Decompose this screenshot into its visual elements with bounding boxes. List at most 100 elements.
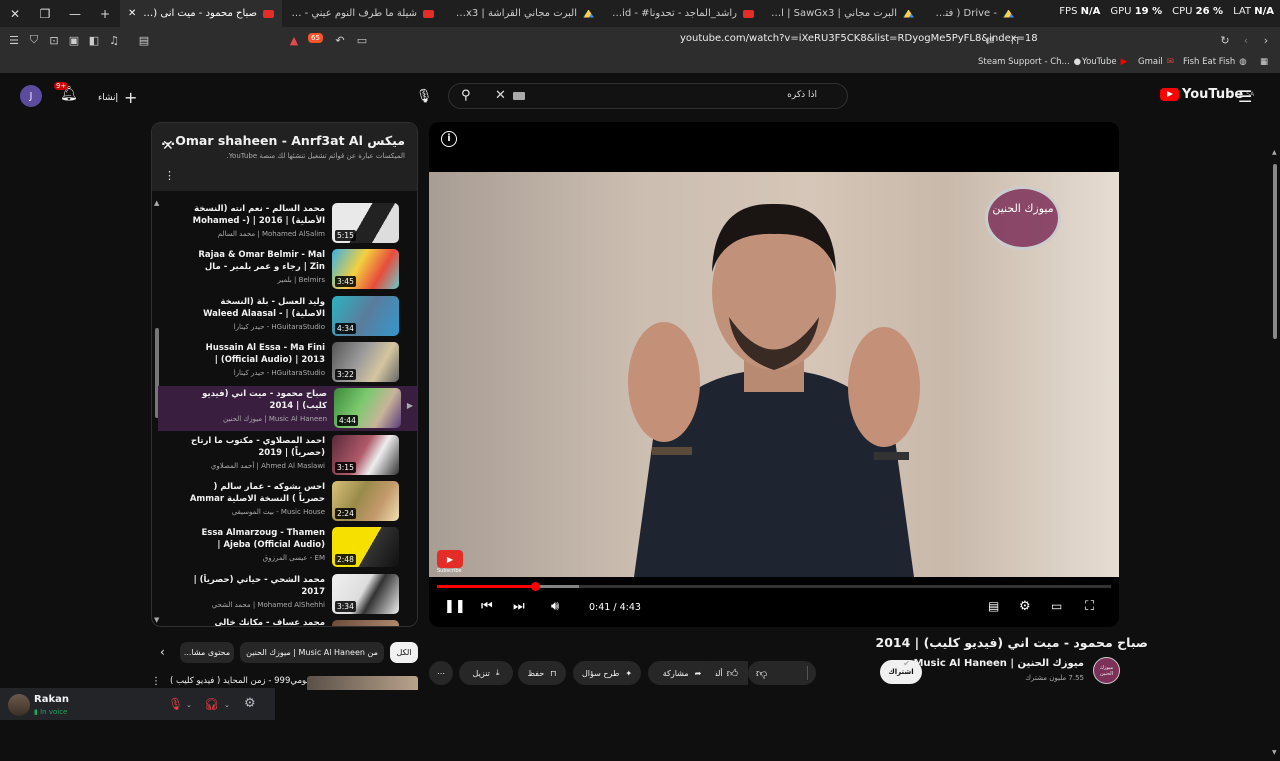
more-actions-button[interactable]: ⋯ bbox=[429, 661, 453, 685]
playlist-item[interactable]: 3:45 Rajaa & Omar Belmir - Mal Zin | رجا… bbox=[160, 247, 405, 292]
mic-options-chevron-icon[interactable]: ⌄ bbox=[186, 701, 192, 709]
video-thumbnail[interactable]: 3:22 bbox=[332, 342, 399, 382]
search-input[interactable]: اذا ذكره bbox=[787, 90, 817, 100]
share-button[interactable]: مشاركة ➦ bbox=[648, 661, 716, 685]
settings-gear-icon[interactable]: ⚙ bbox=[1019, 599, 1031, 614]
tab-4[interactable]: البرت مجاني | SawGx3 | القطوة - Drive bbox=[762, 0, 922, 27]
close-playlist-icon[interactable]: ✕ bbox=[162, 138, 174, 154]
video-thumbnail[interactable]: 2:24 bbox=[332, 481, 399, 521]
clear-search-icon[interactable]: ✕ bbox=[495, 88, 506, 103]
bookmark-icon[interactable]: ⊓ bbox=[1005, 27, 1025, 53]
reload-icon[interactable]: ↻ bbox=[1215, 27, 1235, 53]
playlist-item[interactable]: 2:48 Essa Almarzoug - Thamen Ajeba (Offi… bbox=[160, 525, 405, 570]
minimize-window-icon[interactable]: — bbox=[60, 0, 90, 27]
theater-mode-icon[interactable]: ▭ bbox=[1051, 599, 1062, 613]
music-icon[interactable]: ♫ bbox=[104, 27, 124, 53]
scroll-up-icon[interactable]: ▲ bbox=[1272, 149, 1277, 156]
more-options-icon[interactable]: ⋮ bbox=[164, 169, 175, 182]
subtitles-icon[interactable]: ▤ bbox=[988, 599, 999, 613]
video-thumbnail[interactable]: 5:15 bbox=[332, 203, 399, 243]
forward-icon[interactable]: › bbox=[1256, 27, 1276, 53]
playlist-item[interactable]: 3:15 احمد المصلاوي - مكتوب ما ارتاح (حصر… bbox=[160, 433, 405, 478]
related-more-icon[interactable]: ⋮ bbox=[151, 676, 161, 687]
scrubber-knob[interactable] bbox=[530, 582, 540, 591]
playlist-item[interactable]: 3:22 Hussain Al Essa - Ma Fini (Official… bbox=[160, 340, 405, 385]
next-icon[interactable]: ⏭︎ bbox=[513, 599, 525, 614]
pause-icon[interactable]: ❚❚ bbox=[444, 599, 466, 614]
video-thumbnail[interactable] bbox=[332, 620, 399, 626]
chip-from-channel[interactable]: من Music Al Haneen | ميوزك الحنين bbox=[240, 642, 384, 663]
previous-icon[interactable]: ⏮︎ bbox=[481, 599, 493, 614]
tab-3[interactable]: راشد_الماجد - تحدونا# - YouTube - id bbox=[602, 0, 762, 27]
mute-microphone-icon[interactable]: 🎙︎ bbox=[168, 697, 183, 711]
scroll-down-icon[interactable]: ▼ bbox=[1272, 749, 1277, 756]
playlist-title[interactable]: ميكس Omar shaheen - Anrf3at Al... bbox=[161, 133, 405, 148]
ask-button[interactable]: طرح سؤال ✦ bbox=[573, 661, 641, 685]
bookmark-youtube[interactable]: YouTube ▶ bbox=[1082, 57, 1127, 67]
video-thumbnail[interactable]: 2:48 bbox=[332, 527, 399, 567]
video-thumbnail[interactable]: 3:15 bbox=[332, 435, 399, 475]
info-icon[interactable]: i bbox=[441, 131, 457, 147]
audio-options-chevron-icon[interactable]: ⌄ bbox=[224, 701, 230, 709]
fullscreen-icon[interactable]: ⛶ bbox=[1085, 599, 1094, 614]
guide-menu-icon[interactable]: ☰ bbox=[1238, 87, 1252, 106]
page-scroll-thumb[interactable] bbox=[1273, 164, 1277, 339]
user-avatar[interactable] bbox=[8, 694, 30, 716]
related-video-title[interactable]: نجومي999 - زمن المحايد ( فيديو كليب ) bbox=[170, 676, 314, 686]
create-button[interactable]: إنشاء + bbox=[98, 88, 137, 107]
sidebar-icon[interactable]: ◧ bbox=[84, 27, 104, 53]
new-tab-icon[interactable]: + bbox=[90, 0, 120, 27]
video-thumbnail[interactable]: 4:34 bbox=[332, 296, 399, 336]
subscribe-watermark[interactable]: ▶ Subscribe bbox=[437, 550, 467, 578]
site-settings-icon[interactable]: ⇄ bbox=[980, 27, 1000, 53]
volume-icon[interactable]: 🔊︎ bbox=[551, 599, 559, 614]
video-thumbnail[interactable]: 4:44 bbox=[334, 388, 401, 428]
warning-icon[interactable]: ▲ bbox=[284, 27, 304, 53]
bookmarks-folder-icon[interactable]: ▦ bbox=[1260, 57, 1268, 67]
playlist-item-current[interactable]: ▶ 4:44 صباح محمود - ميت اني (فيديو كليب)… bbox=[158, 386, 417, 431]
channel-avatar[interactable]: ميوزك الحنين bbox=[1093, 657, 1120, 684]
back-icon[interactable]: ‹ bbox=[1236, 27, 1256, 53]
pip-icon[interactable]: ▭ bbox=[352, 27, 372, 53]
notifications-button[interactable]: 🔔︎ 9+ bbox=[54, 82, 78, 102]
tab-0[interactable]: ✕ صباح محمود - ميت انى (3421) bbox=[120, 0, 282, 27]
restore-window-icon[interactable]: ❐ bbox=[30, 0, 60, 27]
video-player[interactable]: i ميوزك الحنين ▶ Subscribe ❚❚ ⏮︎ ⏭︎ 🔊︎ 0… bbox=[429, 122, 1119, 627]
playlist-item[interactable]: 3:34 محمد الشحي - حياتي (حصرياً) | 2017 M… bbox=[160, 572, 405, 617]
search-box[interactable]: ⚲ ✕ اذا ذكره bbox=[448, 83, 848, 109]
chip-all[interactable]: الكل bbox=[390, 642, 418, 663]
tab-2[interactable]: البرت مجاني القراشة | Drive - SawGx3 bbox=[442, 0, 602, 27]
playlist-item[interactable]: 4:34 وليد العسل - بلة (النسخة الاصلية) |… bbox=[160, 294, 405, 339]
video-thumbnail[interactable]: 3:45 bbox=[332, 249, 399, 289]
avatar[interactable]: J bbox=[20, 85, 42, 107]
video-thumbnail[interactable]: 3:34 bbox=[332, 574, 399, 614]
channel-name[interactable]: ميوزك الحنين | Music Al Haneen ✔︎ bbox=[903, 658, 1084, 669]
tab-5[interactable]: - Drive ( فتحت 5 دولار ) ... bbox=[922, 0, 1022, 27]
playlist-item[interactable]: محمد عساف - مكانك خالي bbox=[160, 618, 405, 626]
tab-1[interactable]: شيلة ما طرف النوم عيني - YouTube bbox=[282, 0, 442, 27]
wallet-icon[interactable]: ▤ bbox=[134, 27, 154, 53]
bookmark-steam[interactable]: Steam Support - Ch... ● bbox=[978, 57, 1081, 67]
playlist-item[interactable]: 2:24 احس بشوكه - عمار سالم ( حصرياً ) ال… bbox=[160, 479, 405, 524]
close-window-icon[interactable]: ✕ bbox=[0, 0, 30, 27]
undo-icon[interactable]: ↶ bbox=[330, 27, 350, 53]
tabs-icon[interactable]: ▣ bbox=[64, 27, 84, 53]
tab-close-icon[interactable]: ✕ bbox=[128, 8, 136, 19]
screenshot-icon[interactable]: ⊡ bbox=[44, 27, 64, 53]
related-video-thumbnail[interactable] bbox=[307, 676, 418, 690]
page-scrollbar[interactable]: ▲ ▼ bbox=[1270, 146, 1280, 761]
save-button[interactable]: حفظ ⊓ bbox=[518, 661, 566, 685]
download-button[interactable]: تنزيل ⤓ bbox=[459, 661, 513, 685]
video-frame[interactable]: ميوزك الحنين ▶ Subscribe bbox=[429, 172, 1119, 577]
playlist-item[interactable]: 5:15 محمد السالم - نعم انته (النسخة الأص… bbox=[160, 201, 405, 246]
chips-prev-icon[interactable]: ‹ bbox=[160, 645, 165, 659]
shield-icon[interactable]: ⛉ bbox=[24, 27, 44, 53]
search-icon[interactable]: ⚲ bbox=[461, 88, 471, 103]
progress-bar[interactable] bbox=[437, 582, 1111, 591]
brave-shield-badge[interactable]: 65 bbox=[308, 33, 323, 43]
keyboard-icon[interactable] bbox=[513, 92, 525, 100]
chip-related[interactable]: محتوى مشا... bbox=[180, 642, 234, 663]
deafen-headphones-icon[interactable]: 🎧︎ bbox=[204, 697, 219, 711]
bookmark-fish-eat-fish[interactable]: Fish Eat Fish ◍ bbox=[1183, 57, 1247, 67]
bookmark-gmail[interactable]: Gmail ✉ bbox=[1138, 57, 1174, 67]
